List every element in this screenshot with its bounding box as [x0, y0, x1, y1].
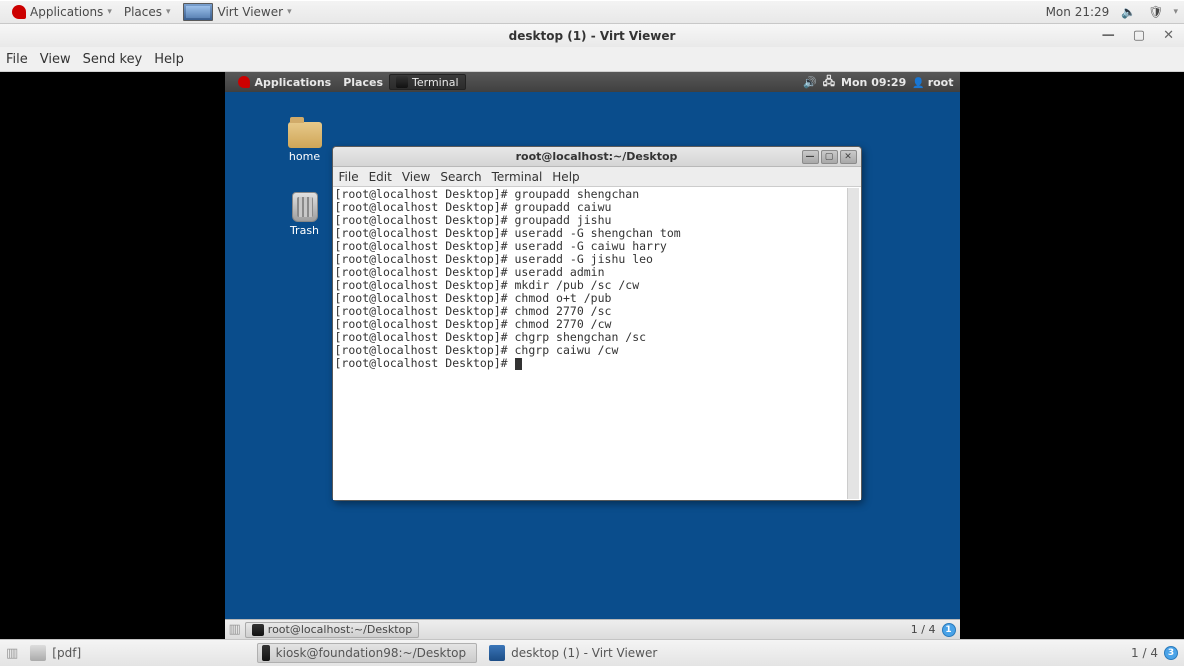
- guest-top-panel: Applications Places Terminal Mon 09:29 r…: [225, 72, 960, 92]
- virt-menu-file[interactable]: File: [6, 52, 28, 67]
- host-app-label: Virt Viewer: [218, 5, 284, 19]
- host-bottom-panel: [pdf] kiosk@foundation98:~/Desktop deskt…: [0, 639, 1184, 666]
- virt-viewer-icon: [183, 3, 213, 21]
- guest-bottom-panel: root@localhost:~/Desktop 1 / 4 1: [225, 619, 960, 639]
- terminal-icon: [252, 624, 264, 636]
- volume-icon[interactable]: [1115, 5, 1142, 19]
- chevron-down-icon: ▾: [287, 7, 292, 17]
- terminal-window: root@localhost:~/Desktop — ▢ ✕ File Edit…: [332, 146, 862, 501]
- host-workspace-badge[interactable]: 3: [1164, 646, 1178, 660]
- terminal-title: root@localhost:~/Desktop: [516, 150, 678, 163]
- host-task-pdf[interactable]: [pdf]: [26, 643, 91, 663]
- host-top-panel: Applications ▾ Places ▾ Virt Viewer ▾ Mo…: [0, 0, 1184, 24]
- terminal-icon: [262, 645, 270, 661]
- terminal-menu-file[interactable]: File: [339, 170, 359, 184]
- trash-icon: [292, 192, 318, 222]
- guest-desktop-area: Applications Places Terminal Mon 09:29 r…: [225, 72, 960, 639]
- terminal-body[interactable]: [root@localhost Desktop]# groupadd sheng…: [333, 187, 861, 500]
- host-task-virtviewer[interactable]: desktop (1) - Virt Viewer: [485, 643, 705, 663]
- virt-titlebar[interactable]: desktop (1) - Virt Viewer — ▢ ✕: [0, 24, 1184, 47]
- close-button[interactable]: ✕: [1163, 28, 1174, 43]
- terminal-maximize-button[interactable]: ▢: [821, 150, 838, 164]
- guest-user[interactable]: root: [912, 76, 953, 89]
- guest-task-terminal[interactable]: Terminal: [389, 74, 466, 90]
- pdf-icon: [30, 645, 46, 661]
- guest-desktop[interactable]: home Trash root@localhost:~/Desktop — ▢ …: [225, 92, 960, 619]
- host-places-label: Places: [124, 5, 162, 19]
- guest-applications-menu[interactable]: Applications: [231, 75, 338, 89]
- minimize-button[interactable]: —: [1102, 28, 1115, 43]
- user-icon: [912, 76, 927, 89]
- virt-menu-help[interactable]: Help: [154, 52, 184, 67]
- host-applications-menu[interactable]: Applications ▾: [6, 0, 118, 23]
- desktop-icon-home-label: home: [270, 150, 340, 163]
- terminal-close-button[interactable]: ✕: [840, 150, 857, 164]
- sound-icon[interactable]: [803, 76, 817, 89]
- terminal-text[interactable]: [root@localhost Desktop]# groupadd sheng…: [335, 188, 847, 499]
- host-running-app[interactable]: Virt Viewer ▾: [177, 0, 298, 23]
- maximize-button[interactable]: ▢: [1133, 28, 1145, 43]
- guest-bottom-task[interactable]: root@localhost:~/Desktop: [245, 622, 419, 638]
- terminal-menu-view[interactable]: View: [402, 170, 430, 184]
- guest-applications-label: Applications: [255, 76, 332, 89]
- virt-viewer-window: desktop (1) - Virt Viewer — ▢ ✕ File Vie…: [0, 24, 1184, 639]
- folder-icon: [288, 122, 322, 148]
- host-workspace-text: 1 / 4: [1131, 646, 1158, 660]
- terminal-menubar: File Edit View Search Terminal Help: [333, 167, 861, 187]
- hide-windows-icon[interactable]: [6, 646, 18, 661]
- virt-menu-sendkey[interactable]: Send key: [83, 52, 143, 67]
- guest-task-label: Terminal: [412, 76, 459, 89]
- desktop-icon-home[interactable]: home: [270, 122, 340, 163]
- chevron-down-icon: ▾: [1173, 7, 1178, 17]
- terminal-icon: [396, 76, 408, 88]
- desktop-icon-trash[interactable]: Trash: [270, 192, 340, 237]
- virt-title: desktop (1) - Virt Viewer: [509, 29, 676, 43]
- redhat-icon: [12, 5, 26, 19]
- terminal-menu-terminal[interactable]: Terminal: [492, 170, 543, 184]
- host-task-virtviewer-label: desktop (1) - Virt Viewer: [511, 646, 657, 660]
- chevron-down-icon: ▾: [166, 7, 171, 17]
- guest-places-label: Places: [343, 76, 383, 89]
- virt-menu-view[interactable]: View: [40, 52, 71, 67]
- host-places-menu[interactable]: Places ▾: [118, 0, 177, 23]
- host-clock[interactable]: Mon 21:29: [1040, 5, 1116, 19]
- guest-workspace-badge[interactable]: 1: [942, 623, 956, 637]
- guest-places-menu[interactable]: Places: [337, 76, 389, 89]
- guest-workspace-text: 1 / 4: [911, 623, 936, 636]
- terminal-titlebar[interactable]: root@localhost:~/Desktop — ▢ ✕: [333, 147, 861, 167]
- network-icon[interactable]: [823, 73, 835, 92]
- guest-bottom-task-label: root@localhost:~/Desktop: [268, 623, 412, 636]
- terminal-menu-edit[interactable]: Edit: [369, 170, 392, 184]
- redhat-icon: [238, 76, 250, 88]
- terminal-menu-search[interactable]: Search: [440, 170, 481, 184]
- host-task-pdf-label: [pdf]: [52, 646, 81, 660]
- chevron-down-icon: ▾: [107, 7, 112, 17]
- hide-windows-icon[interactable]: [229, 622, 241, 637]
- terminal-menu-help[interactable]: Help: [552, 170, 579, 184]
- terminal-scrollbar[interactable]: [847, 188, 859, 499]
- terminal-minimize-button[interactable]: —: [802, 150, 819, 164]
- virt-content: Applications Places Terminal Mon 09:29 r…: [0, 72, 1184, 639]
- virt-menubar: File View Send key Help: [0, 47, 1184, 72]
- desktop-icon-trash-label: Trash: [270, 224, 340, 237]
- guest-clock[interactable]: Mon 09:29: [841, 76, 906, 89]
- host-applications-label: Applications: [30, 5, 103, 19]
- display-icon: [489, 645, 505, 661]
- host-task-terminal[interactable]: kiosk@foundation98:~/Desktop: [257, 643, 477, 663]
- security-icon[interactable]: [1142, 5, 1169, 19]
- guest-user-label: root: [928, 76, 954, 89]
- host-task-terminal-label: kiosk@foundation98:~/Desktop: [276, 646, 466, 660]
